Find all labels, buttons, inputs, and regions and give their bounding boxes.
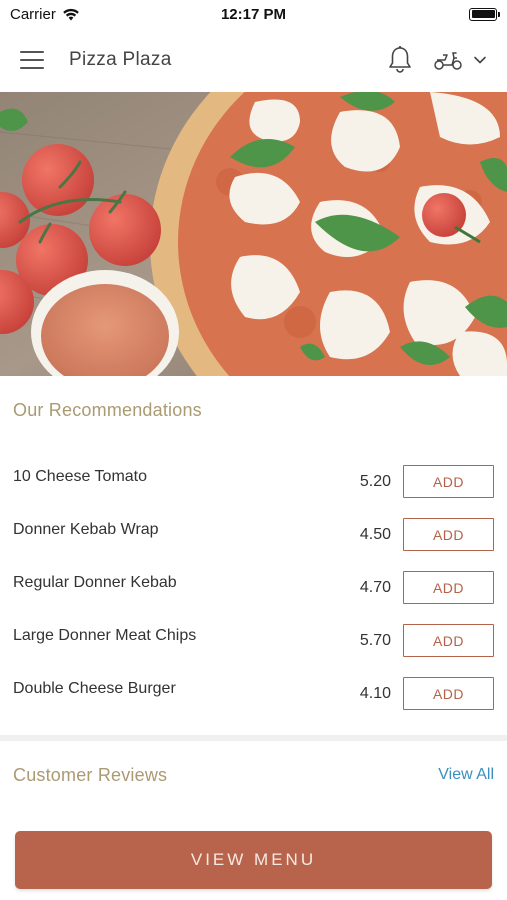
list-item: Double Cheese Burger 4.10 ADD: [0, 667, 507, 720]
wifi-icon: [63, 8, 79, 20]
add-button[interactable]: ADD: [403, 677, 494, 710]
item-name: Large Donner Meat Chips: [13, 627, 197, 644]
recommendations-title: Our Recommendations: [13, 400, 202, 420]
list-item: Large Donner Meat Chips 5.70 ADD: [0, 614, 507, 667]
battery-icon: [469, 7, 500, 21]
reviews-title: Customer Reviews: [13, 765, 168, 785]
add-button[interactable]: ADD: [403, 518, 494, 551]
item-price: 5.70: [359, 632, 391, 649]
item-price: 4.50: [359, 526, 391, 543]
list-item: 10 Cheese Tomato 5.20 ADD: [0, 455, 507, 508]
bell-icon[interactable]: [387, 45, 413, 75]
hamburger-menu-icon[interactable]: [20, 45, 50, 75]
add-button[interactable]: ADD: [403, 571, 494, 604]
item-price: 5.20: [359, 473, 391, 490]
section-divider: [0, 735, 507, 741]
app-title: Pizza Plaza: [69, 49, 172, 70]
list-item: Donner Kebab Wrap 4.50 ADD: [0, 508, 507, 561]
status-bar: Carrier 12:17 PM: [0, 0, 507, 28]
list-item: Regular Donner Kebab 4.70 ADD: [0, 561, 507, 614]
add-button[interactable]: ADD: [403, 465, 494, 498]
status-left: Carrier: [10, 6, 80, 23]
view-menu-button[interactable]: VIEW MENU: [15, 831, 492, 889]
item-price: 4.10: [359, 685, 391, 702]
item-name: Regular Donner Kebab: [13, 574, 177, 591]
recommendations-list: 10 Cheese Tomato 5.20 ADD Donner Kebab W…: [0, 455, 507, 720]
item-name: Double Cheese Burger: [13, 680, 176, 697]
item-name: Donner Kebab Wrap: [13, 521, 159, 538]
app-header: Pizza Plaza: [0, 28, 507, 92]
view-all-link[interactable]: View All: [438, 766, 494, 784]
carrier-label: Carrier: [10, 5, 56, 23]
item-name: 10 Cheese Tomato: [13, 468, 148, 485]
scooter-icon: [434, 52, 462, 70]
hero-image: [0, 92, 507, 376]
header-actions: [387, 45, 487, 75]
add-button[interactable]: ADD: [403, 624, 494, 657]
delivery-mode-selector[interactable]: [433, 49, 487, 71]
item-price: 4.70: [359, 579, 391, 596]
chevron-down-icon: [474, 56, 486, 64]
